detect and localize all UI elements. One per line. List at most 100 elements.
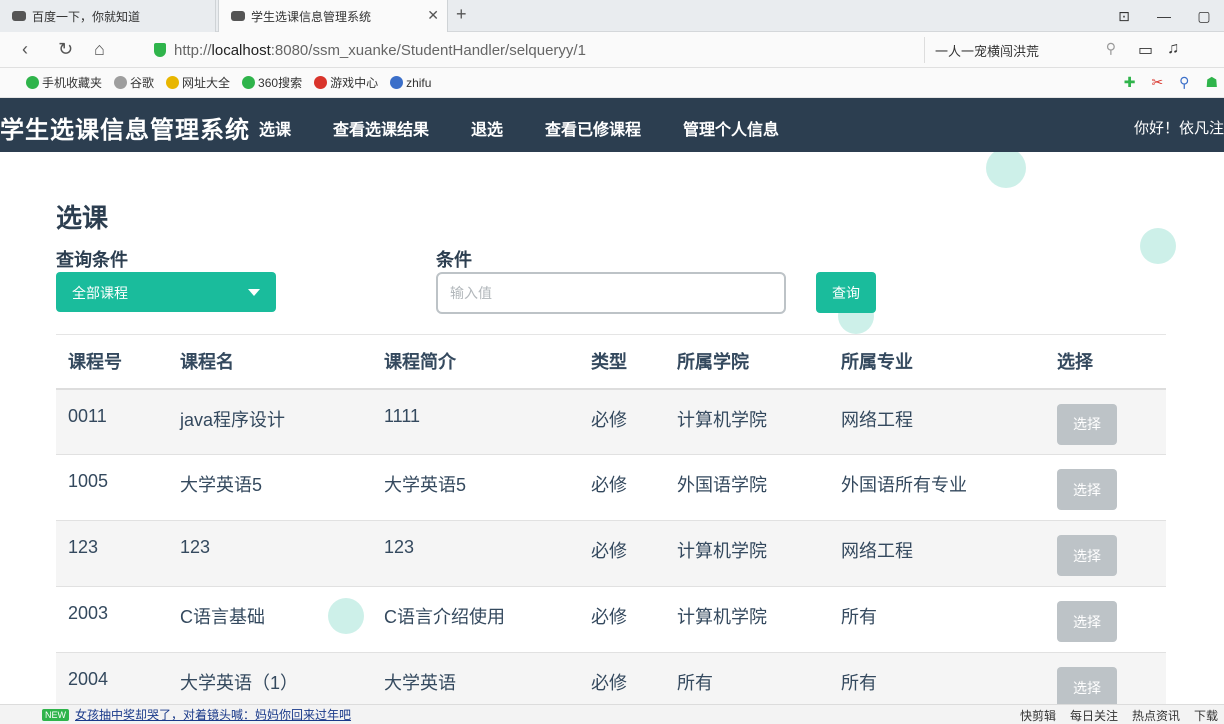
- search-text: 一人一宠横闯洪荒: [935, 43, 1040, 59]
- decor-bubble: [1140, 228, 1176, 264]
- status-item[interactable]: 快剪辑: [1020, 707, 1056, 724]
- bookmark-label: zhifu: [406, 75, 432, 90]
- cell-course-id: 123: [56, 520, 168, 587]
- bookmark-icon: [166, 76, 180, 89]
- cell-course-name: C语言基础: [168, 586, 372, 653]
- app-brand[interactable]: 学生选课信息管理系统: [0, 110, 250, 145]
- bookmark-label: 谷歌: [130, 76, 155, 90]
- cell-action: 选择: [1045, 520, 1166, 587]
- cell-course-id: 2003: [56, 586, 168, 653]
- cell-action: 选择: [1045, 454, 1166, 521]
- gamepad-icon[interactable]: ☗: [1205, 74, 1218, 91]
- status-item[interactable]: 热点资讯: [1132, 707, 1180, 724]
- bookmark-item[interactable]: 网址大全: [166, 74, 230, 91]
- page-title: 选课: [56, 203, 109, 233]
- search-icon[interactable]: ⚲: [1106, 40, 1116, 57]
- query-condition-label: 查询条件: [56, 250, 128, 270]
- back-icon[interactable]: ‹: [22, 39, 28, 60]
- home-icon[interactable]: ⌂: [94, 39, 105, 60]
- url-host: localhost: [211, 41, 271, 59]
- status-tools: 快剪辑 每日关注 热点资讯 下载: [1020, 707, 1218, 724]
- nav-completed-courses[interactable]: 查看已修课程: [545, 116, 641, 140]
- col-college: 所属学院: [665, 334, 829, 390]
- bookmark-item[interactable]: 手机收藏夹: [26, 74, 102, 91]
- select-value: 全部课程: [72, 285, 128, 301]
- cell-course-intro: 123: [372, 520, 579, 587]
- select-course-button[interactable]: 选择: [1057, 469, 1117, 510]
- nav-view-results[interactable]: 查看选课结果: [333, 116, 429, 140]
- condition-label: 条件: [436, 250, 472, 270]
- window-control[interactable]: ▢: [1184, 8, 1224, 25]
- status-item[interactable]: 每日关注: [1070, 707, 1118, 724]
- table-header-row: 课程号 课程名 课程简介 类型 所属学院 所属专业 选择: [56, 334, 1166, 390]
- course-filter-select[interactable]: 全部课程: [56, 272, 276, 312]
- cell-type: 必修: [579, 454, 665, 521]
- bookmark-item[interactable]: 360搜索: [242, 74, 302, 91]
- bookmark-item[interactable]: 游戏中心: [314, 74, 378, 91]
- cell-action: 选择: [1045, 652, 1166, 704]
- cell-major: 所有: [829, 586, 1045, 653]
- tab-title: 百度一下，你就知道: [32, 9, 141, 24]
- browser-tab-baidu[interactable]: 百度一下，你就知道: [0, 0, 216, 32]
- table-row: 123 123 123 必修 计算机学院 网络工程 选择: [56, 520, 1166, 587]
- bookmark-tools: ✚ ✂ ⚲ ☗: [1124, 74, 1218, 91]
- cell-course-intro: 大学英语: [372, 652, 579, 704]
- browser-tool-icons: ▭ ♫: [1138, 40, 1179, 60]
- news-link[interactable]: 女孩抽中奖却哭了，对着镜头喊：妈妈你回来过年吧: [75, 706, 351, 723]
- bookmark-label: 游戏中心: [330, 76, 379, 90]
- cell-major: 所有: [829, 652, 1045, 704]
- cell-course-name: 大学英语5: [168, 454, 372, 521]
- window-controls: ⊡ — ▢: [1104, 0, 1224, 32]
- browser-search-field[interactable]: 一人一宠横闯洪荒 ⚲: [924, 37, 1124, 63]
- window-control[interactable]: ⊡: [1104, 8, 1144, 25]
- status-item[interactable]: 下载: [1194, 707, 1218, 724]
- cell-type: 必修: [579, 586, 665, 653]
- select-course-button[interactable]: 选择: [1057, 601, 1117, 642]
- translate-icon[interactable]: ✚: [1124, 74, 1136, 91]
- bookmark-item[interactable]: 谷歌: [114, 74, 154, 91]
- headphones-icon[interactable]: ♫: [1167, 40, 1179, 60]
- select-course-button[interactable]: 选择: [1057, 667, 1117, 704]
- cell-major: 外国语所有专业: [829, 454, 1045, 521]
- cell-course-intro: C语言介绍使用: [372, 586, 579, 653]
- select-course-button[interactable]: 选择: [1057, 403, 1117, 445]
- bookmark-label: 网址大全: [182, 76, 231, 90]
- browser-status-bar: NEW 女孩抽中奖却哭了，对着镜头喊：妈妈你回来过年吧 快剪辑 每日关注 热点资…: [0, 704, 1224, 724]
- cell-course-name: java程序设计: [168, 388, 372, 455]
- bookmark-icon: [242, 76, 256, 89]
- close-icon[interactable]: ✕: [427, 7, 439, 24]
- col-course-name: 课程名: [168, 334, 372, 390]
- condition-input[interactable]: [436, 272, 786, 314]
- window-control[interactable]: —: [1144, 8, 1184, 24]
- url-field[interactable]: http:// localhost :8080/ssm_xuanke/Stude…: [148, 37, 918, 63]
- col-major: 所属专业: [829, 334, 1045, 390]
- browser-tab-app[interactable]: 学生选课信息管理系统 ✕: [218, 0, 448, 32]
- table-row: 1005 大学英语5 大学英语5 必修 外国语学院 外国语所有专业 选择: [56, 454, 1166, 521]
- bookmark-item[interactable]: zhifu: [390, 76, 431, 90]
- bookmarks-bar: 手机收藏夹 谷歌 网址大全 360搜索 游戏中心 zhifu ✚ ✂ ⚲ ☗: [0, 68, 1224, 98]
- col-select: 选择: [1045, 334, 1166, 390]
- scissors-icon[interactable]: ✂: [1151, 74, 1163, 91]
- cell-course-id: 0011: [56, 388, 168, 455]
- new-tab-button[interactable]: +: [456, 4, 467, 25]
- nav-profile[interactable]: 管理个人信息: [683, 116, 779, 140]
- cell-course-intro: 1111: [372, 388, 579, 455]
- news-badge: NEW: [42, 708, 69, 721]
- cell-major: 网络工程: [829, 520, 1045, 587]
- url-prefix: http://: [174, 41, 212, 59]
- query-button[interactable]: 查询: [816, 272, 876, 313]
- reload-icon[interactable]: ↻: [58, 39, 73, 60]
- cell-course-intro: 大学英语5: [372, 454, 579, 521]
- bookmark-label: 360搜索: [258, 76, 303, 90]
- user-greeting[interactable]: 你好！依凡注: [1134, 117, 1224, 138]
- select-course-button[interactable]: 选择: [1057, 535, 1117, 576]
- paw-icon: [231, 11, 245, 21]
- nav-select-course[interactable]: 选课: [259, 116, 291, 140]
- bookmark-icon: [314, 76, 328, 89]
- bookmark-icon: [390, 76, 404, 89]
- shield-icon: [154, 43, 166, 57]
- cell-college: 外国语学院: [665, 454, 829, 521]
- battery-icon[interactable]: ▭: [1138, 40, 1153, 60]
- nav-drop-course[interactable]: 退选: [471, 116, 503, 140]
- search-icon[interactable]: ⚲: [1179, 74, 1189, 91]
